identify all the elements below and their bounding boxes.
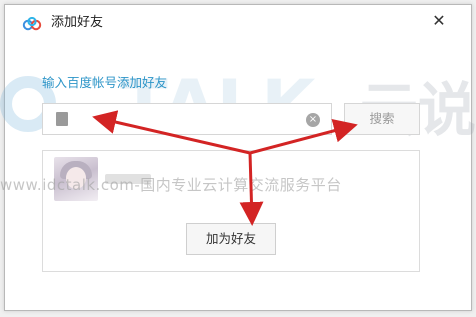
search-button[interactable]: 搜索: [344, 103, 420, 135]
dialog-title: 添加好友: [51, 15, 104, 30]
avatar-face: [66, 167, 86, 189]
avatar: [54, 157, 98, 201]
close-button[interactable]: ✕: [429, 11, 449, 31]
clear-input-icon[interactable]: ×: [306, 113, 320, 127]
blurred-nickname: [105, 174, 151, 184]
add-friend-button[interactable]: 加为好友: [186, 223, 276, 255]
baidu-cloud-logo-icon: [22, 17, 42, 31]
title-bar: 添加好友 ✕: [5, 5, 471, 39]
account-search-input[interactable]: [42, 103, 332, 135]
account-icon: [56, 112, 68, 126]
add-friend-prompt: 输入百度帐号添加好友: [42, 75, 168, 90]
